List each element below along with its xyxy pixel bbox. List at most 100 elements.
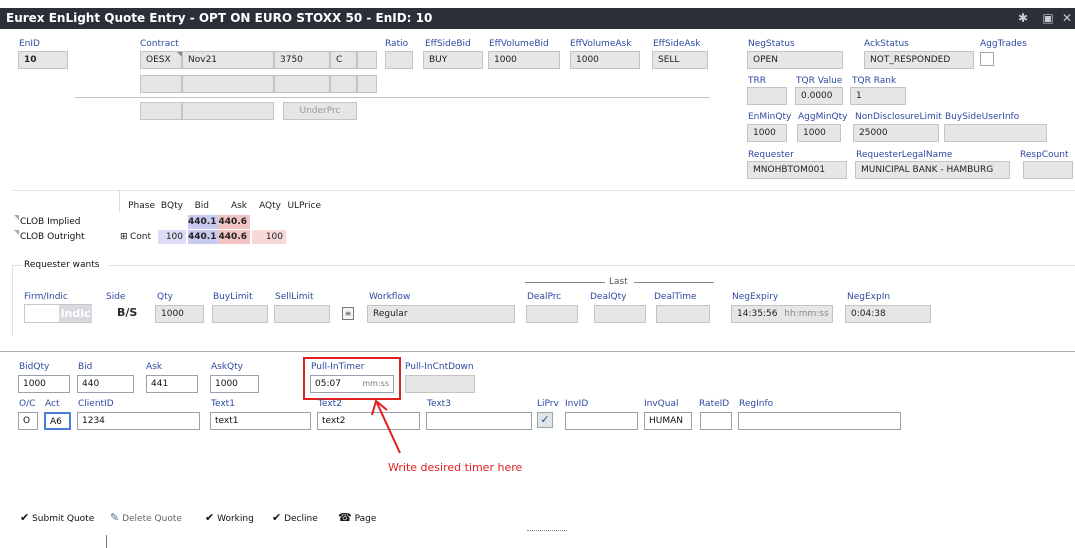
requester-wants-divider-left (12, 265, 22, 266)
table-row[interactable]: CLOB Outright ⊞ Cont 100 440.1 440.6 100 (12, 230, 322, 244)
bid-cell: 440.1 (188, 215, 218, 229)
under-expiry-field (182, 102, 274, 120)
grid-header-ulprice: ULPrice (287, 201, 321, 211)
eff-volume-bid-field: 1000 (488, 51, 560, 69)
aqty-cell: 100 (252, 230, 286, 244)
leg2-extra-field (357, 75, 377, 93)
workflow-field: Regular (367, 305, 515, 323)
neg-expiry-value: 14:35:56 (737, 309, 778, 319)
leg2-cp-field (330, 75, 357, 93)
page-button[interactable]: ☎ Page (338, 511, 376, 524)
bid-input[interactable]: 440 (77, 375, 134, 393)
ask-qty-input[interactable]: 1000 (210, 375, 259, 393)
submit-quote-button[interactable]: ✔ Submit Quote (20, 511, 94, 524)
en-min-qty-label: EnMinQty (748, 112, 792, 122)
buy-limit-label: BuyLimit (213, 292, 253, 302)
leg-divider (75, 97, 710, 98)
text1-input[interactable]: text1 (210, 412, 311, 430)
contract-expiry-field[interactable]: Nov21 (182, 51, 274, 69)
neg-status-label: NegStatus (748, 39, 795, 49)
neg-exp-in-field: 0:04:38 (845, 305, 931, 323)
rate-id-label: RateID (699, 399, 730, 409)
check-icon: ✔ (205, 511, 215, 524)
side-value: B/S (117, 306, 138, 319)
act-label: Act (45, 399, 60, 409)
decline-button[interactable]: ✔ Decline (272, 511, 318, 524)
tqr-value-field: 0.0000 (795, 87, 843, 105)
check-icon: ✔ (272, 511, 282, 524)
last-label: Last (609, 277, 628, 287)
pull-in-timer-label: Pull-InTimer (311, 362, 365, 372)
liprv-label: LiPrv (537, 399, 559, 409)
act-input[interactable]: A6 (44, 412, 71, 430)
eff-side-ask-label: EffSideAsk (653, 39, 701, 49)
inv-qual-input[interactable]: HUMAN (644, 412, 692, 430)
dropdown-marker-icon (177, 52, 182, 57)
last-line-right (634, 282, 714, 283)
pull-in-countdown-field (405, 375, 475, 393)
pull-in-timer-value: 05:07 (315, 379, 341, 389)
deal-prc-field (526, 305, 578, 323)
leg2-expiry-field (182, 75, 274, 93)
grid-name-header (12, 190, 120, 212)
contract-extra-field (357, 51, 377, 69)
neg-expiry-hint: hh:mm:ss (784, 309, 829, 319)
rate-id-input[interactable] (700, 412, 732, 430)
firm-indic-toggle[interactable]: Indic (24, 304, 92, 323)
liprv-checkbox[interactable]: ✓ (537, 412, 553, 428)
row-marker-icon (14, 215, 19, 220)
text3-input[interactable] (426, 412, 532, 430)
eff-side-bid-label: EffSideBid (425, 39, 471, 49)
bid-label: Bid (78, 362, 93, 372)
eff-side-ask-field: SELL (652, 51, 708, 69)
non-disclosure-label: NonDisclosureLimit (855, 112, 942, 122)
table-row[interactable]: CLOB Implied 440.1 440.6 (12, 215, 322, 229)
oc-input[interactable]: O (18, 412, 38, 430)
window-options-icon[interactable]: ▣ (1041, 11, 1055, 25)
grid-header-aqty: AQty (259, 201, 281, 211)
ask-input[interactable]: 441 (146, 375, 198, 393)
close-icon[interactable]: ✕ (1060, 11, 1074, 25)
eff-volume-bid-label: EffVolumeBid (489, 39, 549, 49)
requester-legal-label: RequesterLegalName (856, 150, 953, 160)
grid-header-bqty: BQty (160, 201, 183, 211)
deal-qty-label: DealQty (590, 292, 627, 302)
trr-field (747, 87, 787, 105)
side-label: Side (106, 292, 126, 302)
agg-trades-label: AggTrades (980, 39, 1027, 49)
row-name: CLOB Outright (20, 232, 85, 242)
neg-exp-in-label: NegExpIn (847, 292, 891, 302)
inv-id-input[interactable] (565, 412, 638, 430)
pull-in-countdown-label: Pull-InCntDown (405, 362, 474, 372)
pull-in-timer-input[interactable]: 05:07 mm:ss (310, 375, 394, 393)
bid-qty-input[interactable]: 1000 (18, 375, 70, 393)
gear-icon[interactable]: ✱ (1016, 11, 1030, 25)
delete-quote-button[interactable]: ✎ Delete Quote (110, 511, 182, 524)
resize-grip[interactable] (527, 530, 567, 533)
eff-side-bid-field: BUY (423, 51, 483, 69)
requester-field: MNOHBTOM001 (747, 161, 847, 179)
enid-label: EnID (19, 39, 40, 49)
ask-cell: 440.6 (218, 215, 250, 229)
copy-icon[interactable]: ≡ (342, 307, 354, 320)
client-id-input[interactable]: 1234 (77, 412, 200, 430)
trr-label: TRR (748, 76, 767, 86)
window-title-bar: Eurex EnLight Quote Entry - OPT ON EURO … (0, 8, 1075, 29)
neg-expiry-field: 14:35:56 hh:mm:ss (731, 305, 833, 323)
reg-info-input[interactable] (738, 412, 901, 430)
annotation-text: Write desired timer here (388, 461, 523, 474)
requester-label: Requester (748, 150, 794, 160)
tqr-value-label: TQR Value (796, 76, 843, 86)
row-name: CLOB Implied (20, 217, 81, 227)
eff-volume-ask-field: 1000 (570, 51, 640, 69)
firm-indic-label: Firm/Indic (24, 292, 68, 302)
requester-wants-divider (108, 265, 1075, 266)
working-button[interactable]: ✔ Working (205, 511, 254, 524)
oc-label: O/C (19, 399, 36, 409)
eff-volume-ask-label: EffVolumeAsk (570, 39, 632, 49)
grid-header-phase: Phase (128, 201, 155, 211)
inv-id-label: InvID (565, 399, 589, 409)
requester-wants-title: Requester wants (24, 260, 100, 270)
delete-quote-label: Delete Quote (122, 514, 182, 524)
agg-trades-checkbox[interactable] (980, 52, 994, 66)
